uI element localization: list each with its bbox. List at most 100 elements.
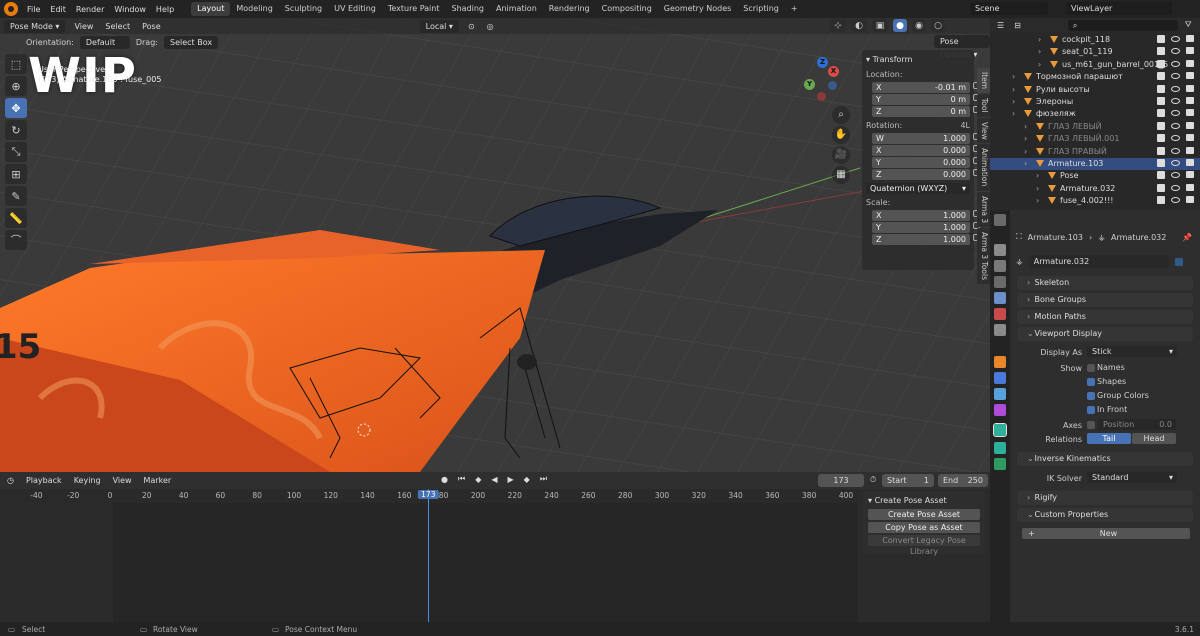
transform-tool-icon[interactable]: ⊞ bbox=[5, 164, 27, 184]
camera-icon[interactable] bbox=[1186, 59, 1194, 67]
gizmo-neg-z-icon[interactable] bbox=[828, 81, 837, 90]
armature-data-tab-icon[interactable] bbox=[993, 423, 1007, 437]
panel-viewport-display[interactable]: ⌄ Viewport Display bbox=[1017, 327, 1193, 341]
timeline-menu-marker[interactable]: Marker bbox=[141, 476, 175, 485]
camera-icon[interactable] bbox=[1186, 109, 1194, 117]
rotation-z-field[interactable]: Z 0.000 bbox=[872, 169, 980, 180]
rotate-tool-icon[interactable]: ↻ bbox=[5, 120, 27, 140]
outliner-row[interactable]: › fuse_4.002!!! bbox=[990, 195, 1200, 207]
bone-tool-icon[interactable]: ⌒ bbox=[5, 230, 27, 250]
menu-file[interactable]: File bbox=[22, 5, 45, 14]
outliner-editor-icon[interactable]: ☰ bbox=[994, 21, 1007, 30]
bone-tab-icon[interactable] bbox=[994, 442, 1006, 454]
proportional-edit-icon[interactable]: ◎ bbox=[484, 22, 497, 31]
scene-selector[interactable]: Scene bbox=[970, 2, 1048, 15]
outliner-row[interactable]: › Тормозной парашют bbox=[990, 71, 1200, 83]
camera-icon[interactable] bbox=[1186, 171, 1194, 179]
camera-icon[interactable] bbox=[1186, 84, 1194, 92]
start-frame-field[interactable]: Start 1 bbox=[882, 474, 934, 487]
expand-icon[interactable]: › bbox=[1036, 183, 1039, 195]
in-front-checkbox[interactable] bbox=[1087, 406, 1095, 414]
physics-tab-icon[interactable] bbox=[994, 388, 1006, 400]
outliner-search-input[interactable]: ⌕ bbox=[1067, 19, 1178, 31]
camera-icon[interactable] bbox=[1186, 196, 1194, 204]
exclude-checkbox[interactable] bbox=[1157, 196, 1165, 205]
shapes-checkbox[interactable] bbox=[1087, 378, 1095, 386]
exclude-checkbox[interactable] bbox=[1157, 35, 1165, 43]
eye-icon[interactable] bbox=[1171, 160, 1180, 166]
3d-viewport[interactable]: 15 Pose Mode ▾ View Select Pose Local ▾ … bbox=[0, 18, 990, 472]
camera-icon[interactable] bbox=[1186, 159, 1194, 166]
exclude-checkbox[interactable] bbox=[1157, 146, 1165, 155]
pin-icon[interactable]: 📌 bbox=[1182, 233, 1192, 242]
transform-orientation-selector[interactable]: Local ▾ bbox=[419, 19, 459, 33]
view-layer-selector[interactable]: ViewLayer bbox=[1066, 2, 1172, 15]
new-custom-property-button[interactable]: + New bbox=[1022, 528, 1190, 539]
pan-view-icon[interactable]: ✋ bbox=[832, 126, 850, 144]
eye-icon[interactable] bbox=[1171, 135, 1180, 142]
exclude-checkbox[interactable] bbox=[1157, 121, 1165, 130]
next-keyframe-icon[interactable]: ◆ bbox=[521, 475, 533, 484]
expand-icon[interactable]: › bbox=[1038, 34, 1041, 46]
outliner-row[interactable]: › ГЛАЗ ЛЕВЫЙ.001 bbox=[990, 133, 1200, 145]
menu-edit[interactable]: Edit bbox=[45, 5, 71, 14]
viewport-menu-view[interactable]: View bbox=[71, 22, 96, 31]
outliner-row[interactable]: › Armature.103 bbox=[990, 158, 1200, 170]
playhead[interactable] bbox=[428, 489, 430, 622]
exclude-checkbox[interactable] bbox=[1157, 97, 1165, 105]
outliner-row[interactable]: › Элероны bbox=[990, 96, 1200, 108]
tab-modeling[interactable]: Modeling bbox=[230, 2, 278, 16]
context-object-name[interactable]: Armature.103 bbox=[1028, 233, 1083, 242]
panel-rigify[interactable]: › Rigify bbox=[1017, 491, 1193, 505]
expand-icon[interactable]: › bbox=[1024, 133, 1027, 145]
pose-options-button[interactable]: Pose Options ▾ bbox=[934, 35, 990, 59]
tab-sculpting[interactable]: Sculpting bbox=[279, 2, 328, 16]
annotate-tool-icon[interactable]: ✎ bbox=[5, 186, 27, 206]
camera-icon[interactable] bbox=[1186, 146, 1194, 154]
outliner[interactable]: ☰ ⊟ ⌕ ⛛ › cockpit_118 › seat_01_119 › us_m61_… bbox=[990, 18, 1200, 210]
gizmo-x-icon[interactable]: X bbox=[828, 66, 839, 77]
output-tab-icon[interactable] bbox=[994, 260, 1006, 272]
ortho-toggle-icon[interactable]: ▦ bbox=[832, 166, 850, 184]
sidebar-tab-view[interactable]: View bbox=[977, 117, 990, 144]
camera-icon[interactable] bbox=[1186, 121, 1194, 129]
eye-icon[interactable] bbox=[1171, 85, 1180, 92]
expand-icon[interactable]: › bbox=[1036, 170, 1039, 182]
panel-custom-properties[interactable]: ⌄ Custom Properties bbox=[1017, 508, 1193, 522]
eye-icon[interactable] bbox=[1171, 48, 1180, 55]
expand-icon[interactable]: › bbox=[1038, 46, 1041, 58]
fake-user-icon[interactable] bbox=[1174, 257, 1183, 266]
gizmo-neg-x-icon[interactable] bbox=[817, 92, 826, 101]
datablock-name-field[interactable]: Armature.032 bbox=[1028, 255, 1169, 268]
scale-y-field[interactable]: Y 1.000 bbox=[872, 222, 980, 233]
viewport-menu-pose[interactable]: Pose bbox=[139, 22, 164, 31]
gizmo-toggle-icon[interactable]: ⊹ bbox=[830, 19, 846, 32]
tab-scripting[interactable]: Scripting bbox=[737, 2, 785, 16]
sidebar-tab-arma3[interactable]: Arma 3 bbox=[977, 191, 990, 227]
world-tab-icon[interactable] bbox=[994, 308, 1006, 320]
menu-render[interactable]: Render bbox=[71, 5, 109, 14]
viewport-menu-select[interactable]: Select bbox=[102, 22, 133, 31]
jump-end-icon[interactable]: ⏭ bbox=[537, 474, 550, 484]
camera-view-icon[interactable]: 🎥 bbox=[832, 146, 850, 164]
convert-legacy-pose-library-button[interactable]: Convert Legacy Pose Library bbox=[868, 535, 980, 556]
relations-head-button[interactable]: Head bbox=[1132, 433, 1176, 444]
solid-shading-icon[interactable]: ● bbox=[893, 19, 907, 32]
play-reverse-icon[interactable]: ◀ bbox=[488, 475, 500, 484]
eye-icon[interactable] bbox=[1171, 60, 1180, 67]
cursor-tool-icon[interactable]: ⊕ bbox=[5, 76, 27, 96]
eye-icon[interactable] bbox=[1171, 197, 1180, 204]
expand-icon[interactable]: › bbox=[1024, 121, 1027, 133]
snap-icon[interactable]: ⊙ bbox=[465, 22, 478, 31]
measure-tool-icon[interactable]: 📏 bbox=[5, 208, 27, 228]
names-checkbox[interactable] bbox=[1087, 364, 1095, 372]
mode-selector[interactable]: Pose Mode ▾ bbox=[4, 19, 66, 33]
context-data-name[interactable]: Armature.032 bbox=[1111, 233, 1166, 242]
rotation-y-field[interactable]: Y 0.000 bbox=[872, 157, 980, 168]
exclude-checkbox[interactable] bbox=[1157, 109, 1165, 118]
render-tab-icon[interactable] bbox=[994, 244, 1006, 256]
tab-shading[interactable]: Shading bbox=[445, 2, 490, 16]
display-as-dropdown[interactable]: Stick ▾ bbox=[1087, 346, 1177, 357]
tab-layout[interactable]: Layout bbox=[191, 2, 231, 16]
tab-geometry-nodes[interactable]: Geometry Nodes bbox=[658, 2, 737, 16]
